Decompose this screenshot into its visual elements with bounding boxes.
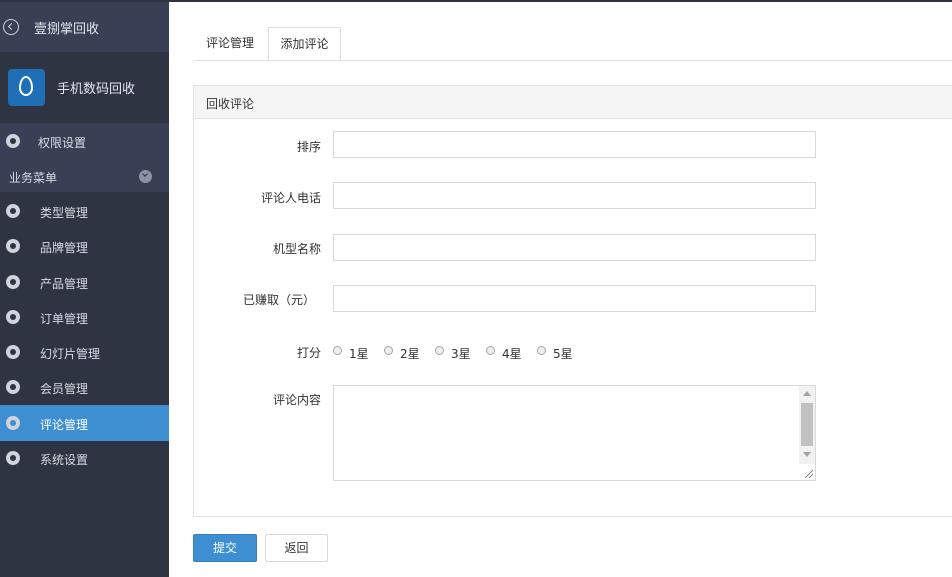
- sidebar-item-comments[interactable]: 评论管理: [0, 405, 169, 441]
- sidebar-item-label: 产品管理: [40, 277, 89, 291]
- back-circle-icon[interactable]: [3, 19, 19, 35]
- radio-button[interactable]: [537, 346, 546, 355]
- sidebar-item-types[interactable]: 类型管理: [0, 193, 169, 229]
- rating-option-label: 1星: [349, 347, 369, 361]
- gear-icon: [6, 239, 20, 253]
- gear-icon: [6, 380, 20, 394]
- phone-label: 评论人电话: [260, 191, 321, 205]
- textarea-scrollbar[interactable]: [799, 386, 815, 480]
- model-input[interactable]: [333, 234, 816, 261]
- sidebar-item-label: 订单管理: [40, 312, 89, 326]
- rating-option-label: 5星: [553, 347, 573, 361]
- rating-option-label: 2星: [400, 347, 420, 361]
- radio-button[interactable]: [435, 346, 444, 355]
- sidebar-item-label: 品牌管理: [40, 241, 89, 255]
- sidebar: 壹捌掌回收 手机数码回收 权限设置 业务菜单 类型管理 品牌管理 产品管理 订单…: [0, 0, 169, 577]
- tab-comment-management[interactable]: 评论管理: [194, 27, 266, 60]
- earned-input[interactable]: [333, 285, 816, 312]
- gear-icon: [6, 345, 20, 359]
- rating-option-label: 4星: [502, 347, 522, 361]
- sidebar-header: 壹捌掌回收: [0, 2, 169, 52]
- scroll-thumb[interactable]: [801, 403, 813, 446]
- sidebar-item-orders[interactable]: 订单管理: [0, 299, 169, 335]
- sidebar-item-label: 系统设置: [40, 453, 89, 467]
- sidebar-group-business[interactable]: 业务菜单: [0, 160, 169, 192]
- rating-label: 打分: [296, 346, 321, 360]
- sidebar-item-label: 类型管理: [40, 206, 89, 220]
- brand-name: 手机数码回收: [57, 82, 136, 97]
- earned-label: 已赚取（元）: [242, 293, 315, 307]
- brand-block: 手机数码回收: [0, 52, 169, 123]
- back-button[interactable]: 返回: [265, 534, 328, 562]
- gear-icon: [6, 416, 20, 430]
- sidebar-item-members[interactable]: 会员管理: [0, 369, 169, 405]
- gear-icon: [6, 204, 20, 218]
- drop-logo-icon: [8, 69, 45, 106]
- panel-title: 回收评论: [206, 97, 255, 111]
- radio-button[interactable]: [486, 346, 495, 355]
- sidebar-item-brands[interactable]: 品牌管理: [0, 228, 169, 264]
- sidebar-item-label: 会员管理: [40, 382, 89, 396]
- submit-button[interactable]: 提交: [193, 534, 257, 562]
- phone-input[interactable]: [333, 182, 816, 209]
- radio-button[interactable]: [333, 346, 342, 355]
- sidebar-item-label: 评论管理: [40, 418, 89, 432]
- chevron-down-icon[interactable]: [139, 170, 152, 183]
- panel-header: 回收评论: [194, 86, 952, 119]
- top-divider: [169, 0, 952, 2]
- sidebar-item-slides[interactable]: 幻灯片管理: [0, 334, 169, 370]
- gear-icon: [6, 134, 20, 148]
- app-title: 壹捌掌回收: [34, 22, 100, 37]
- gear-icon: [6, 275, 20, 289]
- tab-add-comment[interactable]: 添加评论: [268, 27, 341, 60]
- gear-icon: [6, 451, 20, 465]
- group-label: 业务菜单: [9, 171, 58, 185]
- sidebar-item-label: 幻灯片管理: [40, 347, 101, 361]
- sidebar-item-permissions[interactable]: 权限设置: [0, 123, 169, 160]
- tab-divider: [194, 60, 952, 61]
- scroll-up-arrow-icon[interactable]: [803, 391, 811, 396]
- resize-grip-icon[interactable]: [799, 464, 815, 480]
- scroll-down-arrow-icon[interactable]: [803, 452, 811, 457]
- sidebar-item-system[interactable]: 系统设置: [0, 440, 169, 476]
- sort-input[interactable]: [333, 131, 816, 158]
- gear-icon: [6, 310, 20, 324]
- sort-label: 排序: [296, 140, 321, 154]
- radio-button[interactable]: [384, 346, 393, 355]
- sidebar-item-label: 权限设置: [38, 136, 87, 150]
- sidebar-item-products[interactable]: 产品管理: [0, 264, 169, 300]
- content-label: 评论内容: [272, 393, 321, 407]
- model-label: 机型名称: [272, 242, 321, 256]
- rating-option-label: 3星: [451, 347, 471, 361]
- content-textarea[interactable]: [333, 385, 816, 481]
